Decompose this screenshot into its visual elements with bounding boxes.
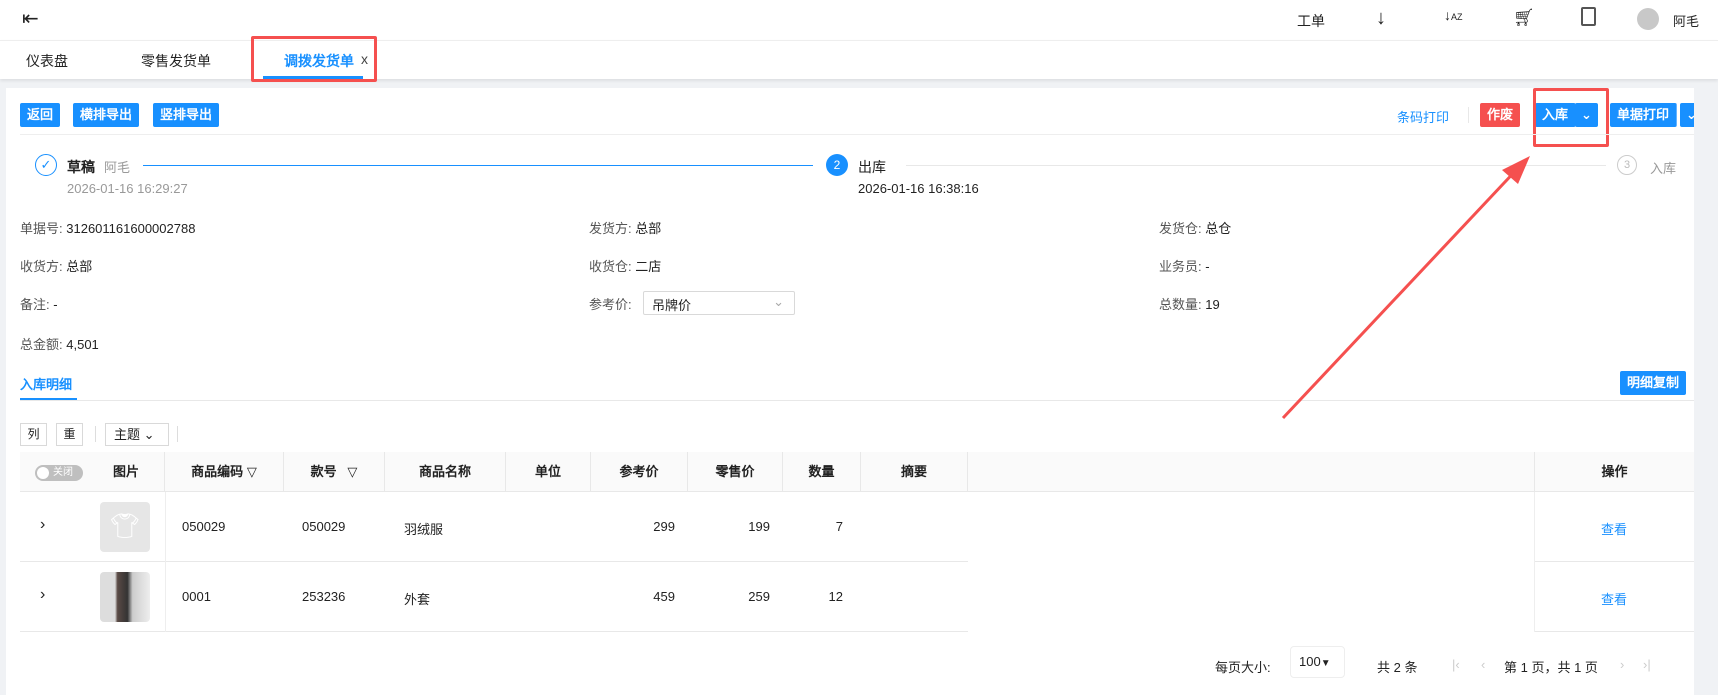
annotation-arrow	[1281, 156, 1530, 420]
